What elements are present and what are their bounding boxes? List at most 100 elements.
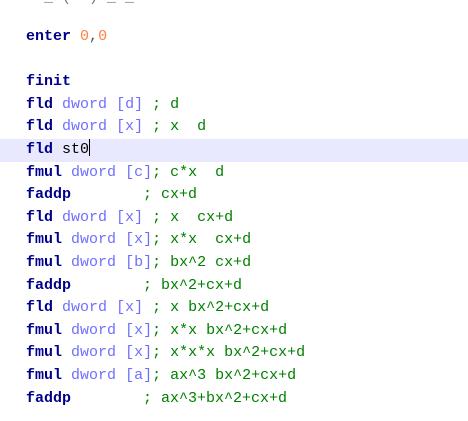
operand-size: dword [71,254,117,271]
code-line[interactable]: faddp ; bx^2+cx+d [0,275,468,298]
comment: ; d [152,95,180,113]
comment: ; x*x*x bx^2+cx+d [152,344,306,362]
instruction: fld [26,141,54,158]
operand-size: dword [62,208,108,226]
operand-size: dword [62,299,108,317]
code-editor[interactable]: _ ( ) _ _ enter 0,0 finit fld dword [d] ; … [0,0,468,421]
operand-size: dword [71,367,117,384]
operand-size: dword [71,344,117,362]
text-caret [89,139,91,156]
operand-size: dword [62,118,108,136]
instruction: fld [26,95,54,113]
instruction: fld [26,118,54,136]
comment: ; x d [152,118,207,136]
code-line[interactable]: fld dword [d] ; d [0,94,468,117]
code-line[interactable]: faddp ; ax^3+bx^2+cx+d [0,388,468,411]
comment: ; bx^2 cx+d [152,254,252,271]
comment: ; ax^3+bx^2+cx+d [143,389,288,407]
code-line[interactable]: fld dword [x] ; x bx^2+cx+d [0,297,468,320]
comment: ; x*x cx+d [152,231,252,249]
comment: ; x cx+d [152,208,234,226]
code-line[interactable]: fmul dword [x]; x*x*x bx^2+cx+d [0,342,468,365]
instruction: faddp [26,186,72,204]
code-line[interactable]: faddp ; cx+d [0,184,468,207]
instruction: fmul [26,367,63,384]
code-line[interactable]: fmul dword [x]; x*x cx+d [0,229,468,252]
memory-operand: [x] [125,321,153,339]
code-line[interactable]: finit [0,71,468,94]
instruction: faddp [26,276,72,294]
register-operand: st0 [62,141,90,158]
immediate-value: 0 [80,28,90,45]
instruction: finit [26,73,72,91]
memory-operand: [x] [125,344,153,362]
instruction: fmul [26,254,63,271]
instruction: fmul [26,344,63,362]
instruction: enter [26,28,72,45]
comment: ; bx^2+cx+d [143,276,243,294]
memory-operand: [d] [116,95,144,113]
memory-operand: [x] [116,299,144,317]
instruction: fmul [26,231,63,249]
instruction: fld [26,208,54,226]
comment: ; cx+d [143,186,198,204]
code-line-current[interactable]: fld st0 [0,139,468,162]
code-line[interactable]: fmul dword [a]; ax^3 bx^2+cx+d [0,365,468,388]
memory-operand: [a] [125,367,153,384]
operand-size: dword [71,163,117,181]
code-line[interactable]: enter 0,0 [0,26,468,49]
instruction: fmul [26,163,63,181]
memory-operand: [b] [125,254,153,271]
instruction: fld [26,299,54,317]
memory-operand: [x] [125,231,153,249]
code-line[interactable] [0,49,468,72]
comment: ; c*x d [152,163,225,181]
operand-size: dword [71,231,117,249]
partial-top-line: _ ( ) _ _ [0,0,468,8]
code-line[interactable]: fmul dword [c]; c*x d [0,162,468,185]
code-line[interactable]: fmul dword [x]; x*x bx^2+cx+d [0,320,468,343]
immediate-value: 0 [98,28,108,45]
separator: , [89,28,99,45]
operand-size: dword [62,95,108,113]
code-line[interactable]: fld dword [x] ; x cx+d [0,207,468,230]
comment: ; x bx^2+cx+d [152,299,270,317]
instruction: fmul [26,321,63,339]
memory-operand: [x] [116,208,144,226]
instruction: faddp [26,389,72,407]
comment: ; ax^3 bx^2+cx+d [152,367,297,384]
memory-operand: [x] [116,118,144,136]
code-line[interactable]: fmul dword [b]; bx^2 cx+d [0,252,468,275]
code-line[interactable]: fld dword [x] ; x d [0,116,468,139]
memory-operand: [c] [125,163,153,181]
operand-size: dword [71,321,117,339]
